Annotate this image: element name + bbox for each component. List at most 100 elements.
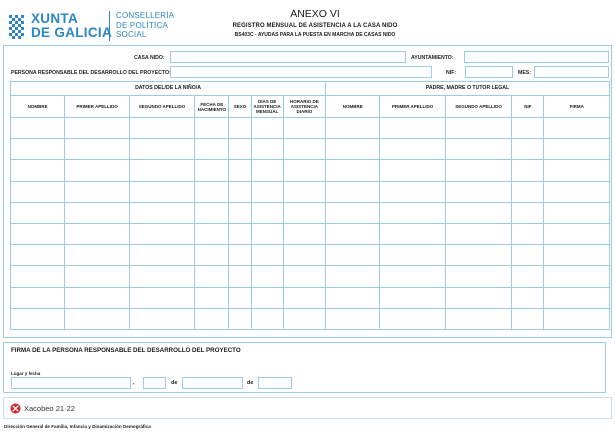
table-cell[interactable] — [64, 201, 130, 224]
table-cell[interactable] — [194, 265, 230, 288]
table-cell[interactable] — [543, 265, 610, 288]
table-cell[interactable] — [379, 201, 446, 224]
table-cell[interactable] — [128, 244, 196, 267]
table-cell[interactable] — [282, 201, 327, 224]
table-cell[interactable] — [228, 138, 252, 161]
table-cell[interactable] — [444, 138, 513, 161]
table-cell[interactable] — [282, 180, 327, 203]
table-cell[interactable] — [282, 138, 327, 161]
table-cell[interactable] — [9, 307, 66, 330]
table-cell[interactable] — [64, 180, 130, 203]
table-cell[interactable] — [194, 180, 230, 203]
table-cell[interactable] — [128, 222, 196, 246]
table-cell[interactable] — [250, 180, 284, 203]
table-cell[interactable] — [379, 222, 446, 246]
table-cell[interactable] — [325, 222, 381, 246]
table-cell[interactable] — [511, 159, 545, 182]
table-cell[interactable] — [379, 307, 446, 330]
table-cell[interactable] — [511, 222, 545, 246]
table-cell[interactable] — [543, 222, 610, 246]
table-cell[interactable] — [543, 116, 610, 140]
table-cell[interactable] — [250, 286, 284, 309]
table-cell[interactable] — [379, 286, 446, 309]
table-cell[interactable] — [379, 265, 446, 288]
table-cell[interactable] — [250, 201, 284, 224]
nif-field[interactable] — [465, 66, 513, 78]
table-cell[interactable] — [379, 116, 446, 140]
table-cell[interactable] — [9, 159, 66, 182]
table-cell[interactable] — [511, 201, 545, 224]
table-cell[interactable] — [9, 180, 66, 203]
table-cell[interactable] — [64, 265, 130, 288]
table-cell[interactable] — [511, 116, 545, 140]
table-cell[interactable] — [128, 265, 196, 288]
table-cell[interactable] — [282, 307, 327, 330]
table-cell[interactable] — [194, 201, 230, 224]
year-field[interactable] — [258, 377, 292, 389]
table-cell[interactable] — [543, 159, 610, 182]
table-cell[interactable] — [444, 265, 513, 288]
table-cell[interactable] — [543, 286, 610, 309]
table-cell[interactable] — [194, 244, 230, 267]
table-cell[interactable] — [194, 222, 230, 246]
table-cell[interactable] — [444, 116, 513, 140]
table-cell[interactable] — [250, 307, 284, 330]
table-cell[interactable] — [511, 286, 545, 309]
table-cell[interactable] — [9, 138, 66, 161]
mes-field[interactable] — [534, 66, 609, 78]
table-cell[interactable] — [64, 116, 130, 140]
table-cell[interactable] — [250, 116, 284, 140]
table-cell[interactable] — [228, 201, 252, 224]
table-cell[interactable] — [128, 201, 196, 224]
table-cell[interactable] — [379, 180, 446, 203]
table-cell[interactable] — [543, 201, 610, 224]
table-cell[interactable] — [543, 244, 610, 267]
table-cell[interactable] — [325, 265, 381, 288]
table-cell[interactable] — [282, 222, 327, 246]
table-cell[interactable] — [228, 265, 252, 288]
table-cell[interactable] — [64, 286, 130, 309]
table-cell[interactable] — [511, 307, 545, 330]
table-cell[interactable] — [9, 116, 66, 140]
table-cell[interactable] — [325, 201, 381, 224]
table-cell[interactable] — [228, 159, 252, 182]
table-cell[interactable] — [64, 307, 130, 330]
table-cell[interactable] — [282, 244, 327, 267]
month-field[interactable] — [182, 377, 243, 389]
table-cell[interactable] — [444, 244, 513, 267]
ayuntamiento-field[interactable] — [464, 51, 609, 63]
table-cell[interactable] — [128, 138, 196, 161]
table-cell[interactable] — [325, 244, 381, 267]
table-cell[interactable] — [128, 180, 196, 203]
table-cell[interactable] — [194, 159, 230, 182]
table-cell[interactable] — [250, 222, 284, 246]
table-cell[interactable] — [325, 159, 381, 182]
table-cell[interactable] — [325, 286, 381, 309]
table-cell[interactable] — [250, 265, 284, 288]
table-cell[interactable] — [444, 201, 513, 224]
table-cell[interactable] — [250, 138, 284, 161]
table-cell[interactable] — [228, 222, 252, 246]
table-cell[interactable] — [194, 307, 230, 330]
day-field[interactable] — [143, 377, 166, 389]
table-cell[interactable] — [543, 138, 610, 161]
table-cell[interactable] — [379, 138, 446, 161]
table-cell[interactable] — [379, 159, 446, 182]
table-cell[interactable] — [194, 116, 230, 140]
table-cell[interactable] — [282, 116, 327, 140]
table-cell[interactable] — [64, 159, 130, 182]
table-cell[interactable] — [250, 244, 284, 267]
table-cell[interactable] — [282, 286, 327, 309]
table-cell[interactable] — [128, 307, 196, 330]
table-cell[interactable] — [128, 286, 196, 309]
table-cell[interactable] — [511, 180, 545, 203]
table-cell[interactable] — [194, 286, 230, 309]
place-field[interactable] — [11, 377, 131, 389]
table-cell[interactable] — [228, 307, 252, 330]
casa-nido-field[interactable] — [170, 51, 406, 63]
table-cell[interactable] — [444, 222, 513, 246]
table-cell[interactable] — [228, 244, 252, 267]
table-cell[interactable] — [543, 180, 610, 203]
table-cell[interactable] — [228, 116, 252, 140]
table-cell[interactable] — [325, 138, 381, 161]
